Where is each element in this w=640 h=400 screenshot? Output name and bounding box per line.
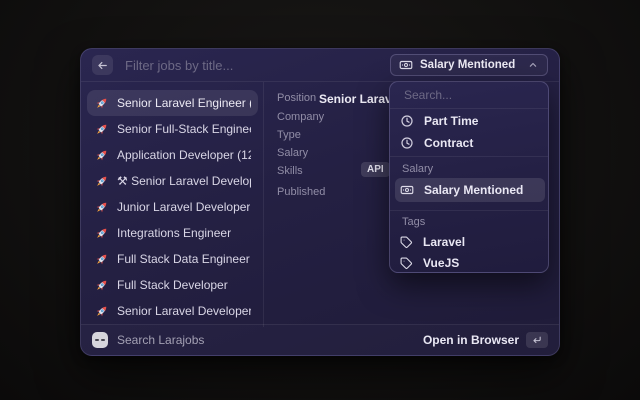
menu-item-label: Salary Mentioned xyxy=(424,183,523,197)
menu-item-label: Laravel xyxy=(423,235,465,249)
job-list-item[interactable]: Integrations Engineer xyxy=(87,220,258,246)
rocket-icon xyxy=(94,226,109,241)
raycast-window: Salary Mentioned Senior Laravel Engineer… xyxy=(80,48,560,356)
job-list-item[interactable]: Full Stack Data Engineer xyxy=(87,246,258,272)
rocket-icon xyxy=(94,148,109,163)
rocket-icon xyxy=(94,122,109,137)
divider xyxy=(390,108,548,109)
status-bar: Search Larajobs Open in Browser xyxy=(81,324,559,355)
menu-item-salary-mentioned[interactable]: Salary Mentioned xyxy=(395,178,545,202)
menu-item-label: Contract xyxy=(424,136,473,150)
position-label: Position xyxy=(277,92,316,104)
enter-key-hint xyxy=(526,332,548,348)
enter-icon xyxy=(531,334,543,346)
tag-icon xyxy=(400,236,413,249)
menu-item-laravel[interactable]: Laravel xyxy=(400,231,540,253)
menu-item-vuejs[interactable]: VueJS xyxy=(400,252,540,274)
top-bar: Salary Mentioned xyxy=(81,49,559,82)
skill-badge: API xyxy=(361,162,390,177)
job-list-item[interactable]: Full Stack Developer xyxy=(87,272,258,298)
clock-icon xyxy=(400,136,414,150)
menu-item-contract[interactable]: Contract xyxy=(400,132,540,154)
rocket-icon xyxy=(94,174,109,189)
job-title: Integrations Engineer xyxy=(117,226,231,240)
skills-label: Skills xyxy=(277,165,303,177)
rocket-icon xyxy=(94,252,109,267)
command-name: Search Larajobs xyxy=(117,333,204,347)
job-list-item[interactable]: Application Developer (12 mont... xyxy=(87,142,258,168)
job-title: Junior Laravel Developer xyxy=(117,200,250,214)
rocket-icon xyxy=(94,304,109,319)
section-header-salary: Salary xyxy=(402,163,433,175)
job-list: Senior Laravel Engineer (Shapin... Senio… xyxy=(81,82,264,327)
divider xyxy=(390,210,548,211)
job-title: ⚒ Senior Laravel Developer (T... xyxy=(117,174,251,188)
job-title: Senior Laravel Developer xyxy=(117,304,251,318)
salary-label: Salary xyxy=(277,147,308,159)
job-title: Full Stack Developer xyxy=(117,278,228,292)
chevron-up-icon xyxy=(527,59,539,71)
filter-dropdown-label: Salary Mentioned xyxy=(420,59,515,71)
larajobs-extension-icon xyxy=(92,332,108,348)
job-title: Senior Laravel Engineer (Shapin... xyxy=(117,96,251,110)
job-list-item[interactable]: Senior Full-Stack Engineer II, Ac... xyxy=(87,116,258,142)
job-list-item[interactable]: Junior Laravel Developer xyxy=(87,194,258,220)
company-label: Company xyxy=(277,111,324,123)
menu-item-part-time[interactable]: Part Time xyxy=(400,110,540,132)
menu-item-label: Part Time xyxy=(424,114,478,128)
filter-dropdown-menu: Part Time Contract Salary Salary Mention… xyxy=(389,81,549,273)
dropdown-search-input[interactable] xyxy=(402,87,536,103)
back-button[interactable] xyxy=(92,55,113,75)
filter-input[interactable] xyxy=(123,57,380,74)
tag-icon xyxy=(400,257,413,270)
rocket-icon xyxy=(94,96,109,111)
banknote-icon xyxy=(399,58,413,72)
open-in-browser-action[interactable]: Open in Browser xyxy=(423,332,548,348)
job-title: Senior Full-Stack Engineer II, Ac... xyxy=(117,122,251,136)
divider xyxy=(390,156,548,157)
section-header-tags: Tags xyxy=(402,216,425,228)
menu-item-label: VueJS xyxy=(423,256,459,270)
job-title: Application Developer (12 mont... xyxy=(117,148,251,162)
rocket-icon xyxy=(94,278,109,293)
published-label: Published xyxy=(277,186,325,198)
filter-dropdown-button[interactable]: Salary Mentioned xyxy=(390,54,548,76)
arrow-left-icon xyxy=(96,59,109,72)
rocket-icon xyxy=(94,200,109,215)
type-label: Type xyxy=(277,129,301,141)
job-list-item[interactable]: ⚒ Senior Laravel Developer (T... xyxy=(87,168,258,194)
banknote-icon xyxy=(400,183,414,197)
primary-action-label: Open in Browser xyxy=(423,333,519,347)
clock-icon xyxy=(400,114,414,128)
job-list-item[interactable]: Senior Laravel Engineer (Shapin... xyxy=(87,90,258,116)
job-list-item[interactable]: Senior Laravel Developer xyxy=(87,298,258,324)
job-title: Full Stack Data Engineer xyxy=(117,252,250,266)
